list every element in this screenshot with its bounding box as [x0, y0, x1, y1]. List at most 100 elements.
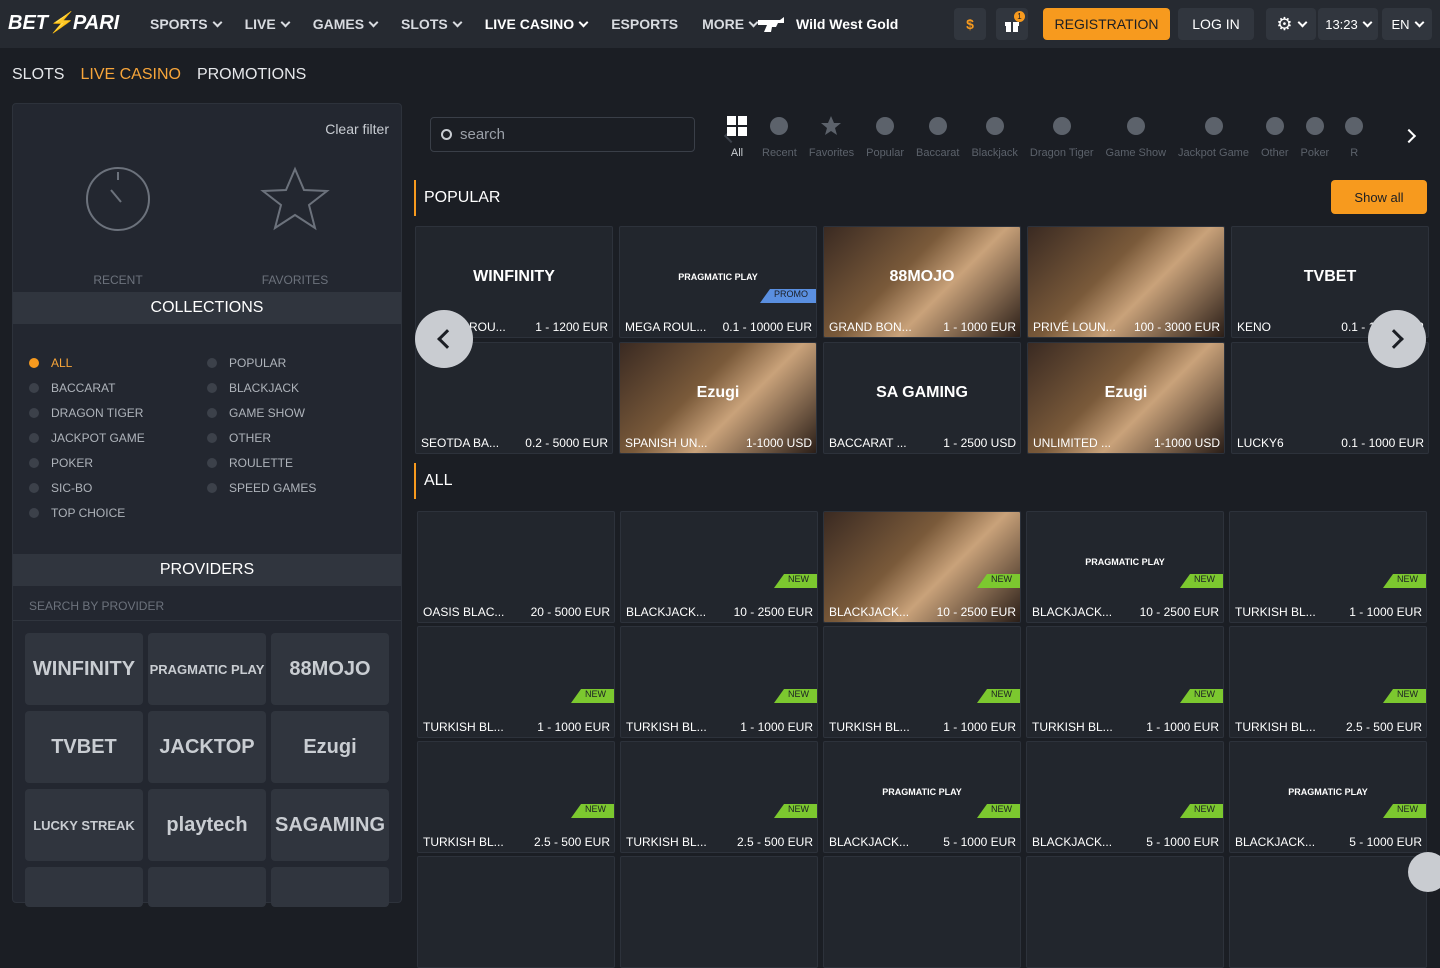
game-card[interactable]: NEW TURKISH BL... 2.5 - 500 EUR [620, 741, 818, 853]
collection-label: POPULAR [229, 356, 287, 370]
game-name: PRIVÉ LOUN... [1033, 320, 1116, 334]
provider-ezugi[interactable]: Ezugi [271, 711, 389, 783]
game-card[interactable] [1229, 856, 1427, 968]
game-card[interactable]: NEW TURKISH BL... 1 - 1000 EUR [823, 626, 1021, 738]
nav-item-live[interactable]: LIVE [245, 16, 291, 32]
dollar-icon[interactable]: $ [954, 8, 986, 40]
provider-tile[interactable] [271, 867, 389, 907]
language-selector[interactable]: EN [1382, 8, 1432, 40]
provider-88mojo[interactable]: 88MOJO [271, 633, 389, 705]
game-card[interactable]: Ezugi SPANISH UN... 1-1000 USD [619, 342, 817, 454]
category-poker[interactable]: Poker [1300, 103, 1329, 159]
collection-label: TOP CHOICE [51, 506, 126, 520]
provider-tvbet[interactable]: TVBET [25, 711, 143, 783]
provider-sagaming[interactable]: SAGAMING [271, 789, 389, 861]
category-baccarat[interactable]: Baccarat [916, 103, 959, 159]
collection-popular[interactable]: POPULAR [207, 356, 286, 370]
category-recent[interactable]: Recent [762, 103, 797, 159]
provider-tile[interactable] [25, 867, 143, 907]
collection-top-choice[interactable]: TOP CHOICE [29, 506, 125, 520]
recent-filter[interactable]: RECENT [58, 164, 178, 287]
show-all-button[interactable]: Show all [1331, 180, 1427, 214]
provider-winfinity[interactable]: WINFINITY [25, 633, 143, 705]
game-card[interactable]: PRAGMATIC PLAY NEW BLACKJACK... 5 - 1000 EU… [823, 741, 1021, 853]
search-input[interactable]: search [430, 117, 695, 152]
favorites-filter[interactable]: FAVORITES [235, 164, 355, 287]
game-card[interactable]: NEW BLACKJACK... 10 - 2500 EUR [823, 511, 1021, 623]
category-all[interactable]: All [724, 103, 750, 159]
collection-roulette[interactable]: ROULETTE [207, 456, 293, 470]
collection-game-show[interactable]: GAME SHOW [207, 406, 305, 420]
settings-button[interactable]: ⚙ [1266, 8, 1316, 40]
collection-other[interactable]: OTHER [207, 431, 271, 445]
provider-tile[interactable] [148, 867, 266, 907]
nav-item-live-casino[interactable]: LIVE CASINO [485, 16, 589, 32]
category-label: R [1350, 147, 1359, 159]
game-card[interactable]: Ezugi UNLIMITED ... 1-1000 USD [1027, 342, 1225, 454]
clear-filter-link[interactable]: Clear filter [325, 121, 389, 137]
game-card[interactable]: PRAGMATIC PLAY NEW BLACKJACK... 5 - 1000 EU… [1229, 741, 1427, 853]
login-button[interactable]: LOG IN [1178, 8, 1254, 40]
game-card[interactable]: PRIVÉ LOUN... 100 - 3000 EUR [1027, 226, 1225, 338]
collection-speed-games[interactable]: SPEED GAMES [207, 481, 316, 495]
provider-pragmatic-play[interactable]: PRAGMATIC PLAY [148, 633, 266, 705]
game-card[interactable]: NEW TURKISH BL... 2.5 - 500 EUR [1229, 626, 1427, 738]
game-name: KENO [1237, 320, 1272, 334]
category-other[interactable]: Other [1261, 103, 1288, 159]
game-name: LUCKY6 [1237, 436, 1284, 450]
nav-item-esports[interactable]: ESPORTS [611, 16, 678, 32]
provider-search-input[interactable]: SEARCH BY PROVIDER [13, 589, 401, 621]
collection-jackpot-game[interactable]: JACKPOT GAME [29, 431, 145, 445]
collection-all[interactable]: ALL [29, 356, 72, 370]
category-blackjack[interactable]: Blackjack [971, 103, 1018, 159]
game-card[interactable]: PRAGMATIC PLAY NEW BLACKJACK... 10 - 2500 E… [1026, 511, 1224, 623]
collection-poker[interactable]: POKER [29, 456, 93, 470]
category-label: Poker [1300, 147, 1330, 159]
carousel-prev-button[interactable] [415, 310, 473, 368]
category-favorites[interactable]: Favorites [809, 103, 854, 159]
game-card[interactable]: PRAGMATIC PLAY PROMO MEGA ROUL... 0.1 - 100… [619, 226, 817, 338]
game-card[interactable]: NEW BLACKJACK... 10 - 2500 EUR [620, 511, 818, 623]
game-card[interactable]: NEW TURKISH BL... 1 - 1000 EUR [1229, 511, 1427, 623]
subnav-slots[interactable]: SLOTS [12, 66, 64, 84]
provider-playtech[interactable]: playtech [148, 789, 266, 861]
categories-next-arrow[interactable] [1401, 128, 1417, 144]
collection-blackjack[interactable]: BLACKJACK [207, 381, 299, 395]
game-card[interactable]: SA GAMING BACCARAT ... 1 - 2500 USD [823, 342, 1021, 454]
game-card[interactable] [417, 856, 615, 968]
game-card[interactable] [620, 856, 818, 968]
support-chat-button[interactable] [1408, 852, 1440, 892]
subnav-promotions[interactable]: PROMOTIONS [197, 66, 306, 84]
provider-lucky-streak[interactable]: LUCKY STREAK [25, 789, 143, 861]
collection-dragon-tiger[interactable]: DRAGON TIGER [29, 406, 143, 420]
nav-item-more[interactable]: MORE [702, 16, 759, 32]
category-popular[interactable]: Popular [866, 103, 904, 159]
nav-item-slots[interactable]: SLOTS [401, 16, 463, 32]
nav-item-games[interactable]: GAMES [313, 16, 379, 32]
nav-item-sports[interactable]: SPORTS [150, 16, 223, 32]
game-card[interactable] [823, 856, 1021, 968]
registration-button[interactable]: REGISTRATION [1043, 8, 1170, 40]
category-dragon-tiger[interactable]: Dragon Tiger [1030, 103, 1094, 159]
category-r[interactable]: R [1341, 103, 1367, 159]
radio-dot [29, 358, 39, 368]
gift-button[interactable]: 1 [996, 8, 1028, 40]
game-card[interactable]: OASIS BLAC... 20 - 5000 EUR [417, 511, 615, 623]
carousel-next-button[interactable] [1368, 310, 1426, 368]
category-jackpot-game[interactable]: Jackpot Game [1178, 103, 1249, 159]
collection-baccarat[interactable]: BACCARAT [29, 381, 115, 395]
game-card[interactable]: NEW TURKISH BL... 1 - 1000 EUR [620, 626, 818, 738]
game-card[interactable]: NEW TURKISH BL... 1 - 1000 EUR [417, 626, 615, 738]
provider-jacktop[interactable]: JACKTOP [148, 711, 266, 783]
betpari-logo[interactable]: BET⚡PARI [8, 10, 119, 35]
wild-west-gold-link[interactable]: Wild West Gold [756, 14, 898, 34]
category-game-show[interactable]: Game Show [1106, 103, 1166, 159]
game-card[interactable] [1026, 856, 1224, 968]
time-selector[interactable]: 13:23 [1318, 8, 1378, 40]
game-card[interactable]: NEW TURKISH BL... 2.5 - 500 EUR [417, 741, 615, 853]
collection-sic-bo[interactable]: SIC-BO [29, 481, 92, 495]
game-card[interactable]: NEW BLACKJACK... 5 - 1000 EUR [1026, 741, 1224, 853]
game-card[interactable]: NEW TURKISH BL... 1 - 1000 EUR [1026, 626, 1224, 738]
game-card[interactable]: 88MOJO GRAND BON... 1 - 1000 EUR [823, 226, 1021, 338]
subnav-live-casino[interactable]: LIVE CASINO [80, 66, 180, 84]
